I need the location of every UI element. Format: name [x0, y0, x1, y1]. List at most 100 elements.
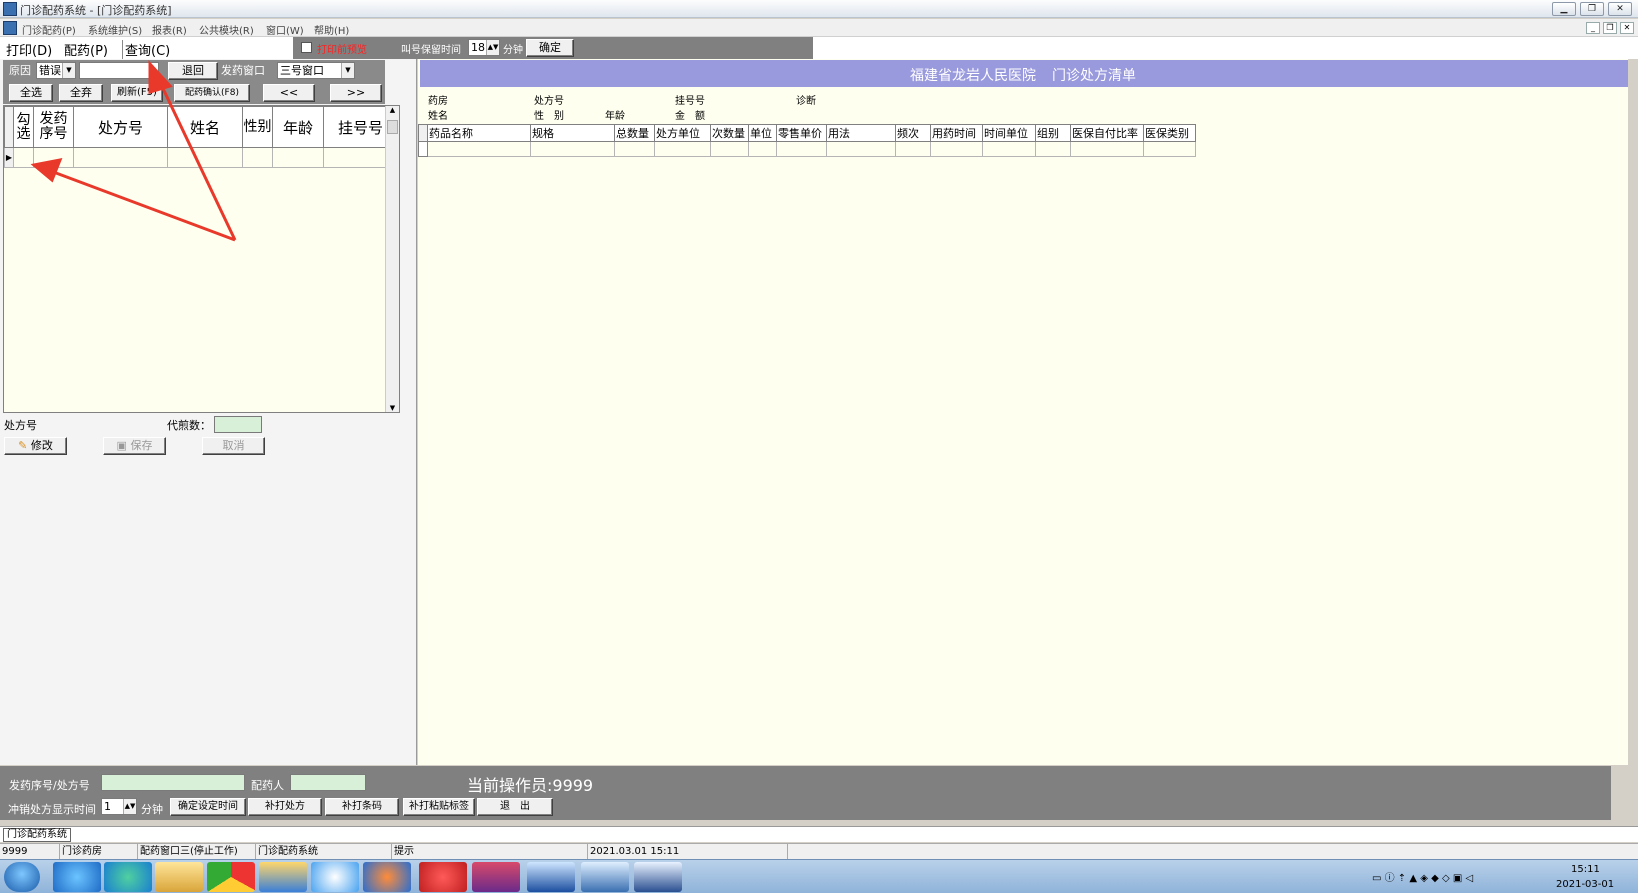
col-insurance-ratio[interactable]: 医保自付比率 [1070, 124, 1144, 142]
menu-system[interactable]: 系统维护(S) [88, 22, 142, 37]
col-name[interactable]: 姓名 [167, 106, 243, 148]
col-drug-name[interactable]: 药品名称 [427, 124, 531, 142]
next-page-button[interactable]: >> [330, 84, 382, 102]
cell[interactable] [1143, 141, 1196, 157]
cell[interactable] [748, 141, 777, 157]
deselect-all-button[interactable]: 全弃 [59, 84, 103, 102]
reprint-barcode-button[interactable]: 补打条码 [325, 798, 399, 816]
table-row[interactable]: ▶ [4, 147, 398, 168]
col-sex[interactable]: 性别 [242, 106, 273, 148]
start-button[interactable] [4, 862, 40, 892]
modify-button[interactable]: ✎ 修改 [4, 437, 67, 455]
scroll-up-icon[interactable]: ▲ [386, 106, 399, 114]
cell[interactable] [776, 141, 827, 157]
cell-rx-no[interactable] [73, 147, 168, 168]
minimize-button[interactable]: ▁ [1552, 2, 1576, 16]
decoct-input[interactable] [214, 416, 262, 433]
dispense-tool[interactable]: 配药(P) [64, 40, 108, 59]
cell[interactable] [1035, 141, 1071, 157]
cell[interactable] [530, 141, 615, 157]
scroll-down-icon[interactable]: ▼ [386, 404, 399, 412]
pharmacist-input[interactable] [290, 774, 366, 791]
database-icon[interactable] [472, 862, 520, 892]
confirm-button[interactable]: 确定 [526, 39, 574, 57]
mdi-restore-button[interactable]: ❐ [1603, 22, 1617, 34]
print-tool[interactable]: 打印(D) [6, 40, 52, 59]
preview-checkbox[interactable] [301, 42, 312, 53]
select-all-button[interactable]: 全选 [9, 84, 53, 102]
col-dose-qty[interactable]: 次数量 [710, 124, 749, 142]
col-group[interactable]: 组别 [1035, 124, 1071, 142]
scroll-thumb[interactable] [387, 120, 398, 134]
cell[interactable] [710, 141, 749, 157]
mdi-minimize-button[interactable]: _ [1586, 22, 1600, 34]
hold-time-spinner[interactable]: 18 ▲▼ [468, 39, 500, 56]
col-time-unit[interactable]: 时间单位 [982, 124, 1036, 142]
dispense-window-select[interactable]: 三号窗口 ▼ [277, 62, 355, 79]
app-swirl-icon[interactable] [363, 862, 411, 892]
serial-input[interactable] [101, 774, 245, 791]
reprint-rx-button[interactable]: 补打处方 [248, 798, 322, 816]
cell[interactable] [1070, 141, 1144, 157]
cell[interactable] [930, 141, 983, 157]
cell[interactable] [982, 141, 1036, 157]
refresh-button[interactable]: 刷新(F5) [111, 84, 163, 102]
network-icon[interactable] [581, 862, 629, 892]
col-spec[interactable]: 规格 [530, 124, 615, 142]
clock-date[interactable]: 2021-03-01 [1556, 879, 1614, 890]
spinner-arrows-icon[interactable]: ▲▼ [123, 799, 136, 814]
save-button[interactable]: ▣ 保存 [103, 437, 166, 455]
cell-name[interactable] [167, 147, 243, 168]
clock-time[interactable]: 15:11 [1571, 864, 1600, 875]
col-unit[interactable]: 单位 [748, 124, 777, 142]
tray-icons[interactable]: ▭ ⓘ ⇡ ▲ ◈ ◆ ◇ ▣ ◁ [1372, 869, 1473, 884]
cell[interactable] [654, 141, 711, 157]
menu-dispense[interactable]: 门诊配药(P) [22, 22, 76, 37]
baidu-netdisk-icon[interactable] [311, 862, 359, 892]
col-total-qty[interactable]: 总数量 [614, 124, 655, 142]
menu-common[interactable]: 公共模块(R) [199, 22, 254, 37]
laptop-icon[interactable] [634, 862, 682, 892]
chrome-icon[interactable] [207, 862, 255, 892]
edge-icon[interactable] [104, 862, 152, 892]
reprint-label-button[interactable]: 补打粘贴标签 [403, 798, 475, 816]
prescription-detail-table[interactable]: 药品名称 规格 总数量 处方单位 次数量 单位 零售单价 用法 频次 用药时间 … [418, 124, 1196, 157]
col-insurance-type[interactable]: 医保类别 [1143, 124, 1196, 142]
set-time-button[interactable]: 确定设定时间 [170, 798, 246, 816]
col-med-time[interactable]: 用药时间 [930, 124, 983, 142]
col-serial[interactable]: 发药序号 [33, 106, 74, 148]
reversal-time-spinner[interactable]: 1 ▲▼ [101, 798, 137, 815]
col-check[interactable]: 勾选 [13, 106, 34, 148]
cell[interactable] [895, 141, 931, 157]
prescription-queue-grid[interactable]: 勾选 发药序号 处方号 姓名 性别 年龄 挂号号 ▶ ▲ ▼ [3, 105, 400, 413]
menu-report[interactable]: 报表(R) [152, 22, 187, 37]
cell[interactable] [614, 141, 655, 157]
col-age[interactable]: 年龄 [272, 106, 324, 148]
cell-age[interactable] [272, 147, 324, 168]
queue-scrollbar[interactable]: ▲ ▼ [385, 106, 399, 412]
cell-sex[interactable] [242, 147, 273, 168]
cancel-button[interactable]: 取消 [202, 437, 265, 455]
menu-window[interactable]: 窗口(W) [266, 22, 304, 37]
query-tool[interactable]: 查询(C) [122, 40, 170, 59]
menu-help[interactable]: 帮助(H) [314, 22, 349, 37]
mdi-tab[interactable]: 门诊配药系统 [3, 828, 71, 842]
monitor-search-icon[interactable] [527, 862, 575, 892]
reason-input[interactable] [79, 62, 159, 79]
cell-check[interactable] [13, 147, 34, 168]
cell[interactable] [427, 141, 531, 157]
ie-icon[interactable] [53, 862, 101, 892]
close-button[interactable]: ✕ [1608, 2, 1632, 16]
mdi-close-button[interactable]: ✕ [1620, 22, 1634, 34]
app-red-icon[interactable] [419, 862, 467, 892]
exit-button[interactable]: 退 出 [477, 798, 553, 816]
table-row[interactable] [418, 141, 1196, 157]
cell[interactable] [826, 141, 896, 157]
return-button[interactable]: 退回 [168, 62, 218, 80]
cell-serial[interactable] [33, 147, 74, 168]
restore-button[interactable]: ❐ [1580, 2, 1604, 16]
col-usage[interactable]: 用法 [826, 124, 896, 142]
reason-select[interactable]: 错误 ▼ [36, 62, 76, 79]
confirm-dispense-button[interactable]: 配药确认(F8) [174, 84, 250, 102]
prev-page-button[interactable]: << [263, 84, 315, 102]
